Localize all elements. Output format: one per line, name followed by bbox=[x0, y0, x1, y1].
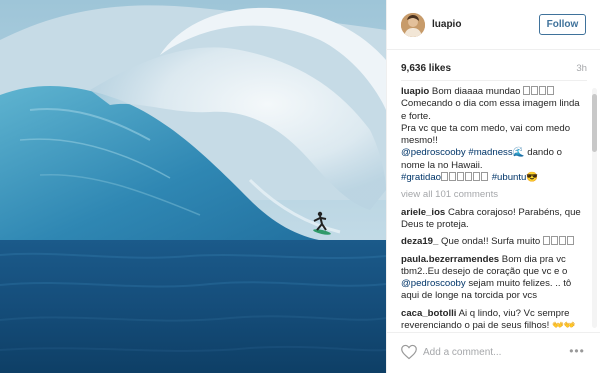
wave-surfer-image bbox=[0, 0, 386, 373]
avatar[interactable] bbox=[401, 13, 425, 37]
post-header: luapio Follow bbox=[387, 0, 600, 50]
comments-list: luapio Bom diaaaa mundao Comecando o dia… bbox=[401, 86, 587, 332]
emoji-boxes bbox=[441, 172, 489, 183]
smile-emoji-icon: 😎 bbox=[526, 172, 539, 184]
comments-scrollbar[interactable] bbox=[592, 88, 597, 328]
comment-mention[interactable]: @pedroscooby bbox=[401, 278, 466, 289]
list-item: caca_botolli Ai q lindo, viu? Vc sempre … bbox=[401, 308, 587, 332]
follow-button[interactable]: Follow bbox=[539, 14, 586, 35]
heart-outline-icon[interactable] bbox=[400, 344, 418, 360]
more-dots-icon[interactable]: ••• bbox=[567, 345, 587, 359]
post-meta: 9,636 likes 3h bbox=[401, 63, 587, 75]
comment-username[interactable]: paula.bezerramendes bbox=[401, 254, 499, 265]
emoji-boxes bbox=[523, 86, 555, 97]
caption-hashtag-gratidao[interactable]: #gratidao bbox=[401, 172, 441, 183]
list-item: paula.bezerramendes Bom dia pra vc tbm2.… bbox=[401, 254, 587, 303]
caption-username[interactable]: luapio bbox=[401, 86, 429, 97]
list-item: ariele_ios Cabra corajoso! Parabéns, que… bbox=[401, 207, 587, 232]
scrollbar-thumb[interactable] bbox=[592, 94, 597, 152]
hands-emoji-icon: 👐👐 bbox=[551, 320, 576, 332]
post-username[interactable]: luapio bbox=[432, 19, 461, 30]
caption-line3: Pra vc que ta com medo, vai com medo mes… bbox=[401, 122, 571, 147]
list-item: deza19_ Que onda!! Surfa muito bbox=[401, 236, 587, 248]
view-all-comments-link[interactable]: view all 101 comments bbox=[401, 189, 587, 201]
caption-line2: Comecando o dia com essa imagem linda e … bbox=[401, 98, 580, 122]
caption-hashtag-ubuntu[interactable]: #ubuntu bbox=[492, 172, 527, 183]
post-details-panel: luapio Follow 9,636 likes 3h luapio Bom … bbox=[386, 0, 600, 373]
comment-username[interactable]: deza19_ bbox=[401, 236, 438, 247]
wave-emoji-icon: 🌊 bbox=[512, 147, 525, 159]
add-comment-input[interactable] bbox=[423, 344, 563, 360]
likes-count[interactable]: 9,636 likes bbox=[401, 63, 451, 74]
emoji-boxes bbox=[542, 236, 575, 247]
avatar-image bbox=[401, 13, 425, 37]
caption: luapio Bom diaaaa mundao Comecando o dia… bbox=[401, 86, 587, 184]
comment-username[interactable]: ariele_ios bbox=[401, 207, 445, 218]
comment-footer: ••• bbox=[387, 332, 600, 373]
caption-mention[interactable]: @pedroscooby bbox=[401, 147, 466, 158]
comment-username[interactable]: caca_botolli bbox=[401, 308, 456, 319]
caption-hashtag-madness[interactable]: #madness bbox=[468, 147, 512, 158]
caption-line1: Bom diaaaa mundao bbox=[431, 86, 521, 97]
comment-text: Que onda!! Surfa muito bbox=[441, 236, 541, 248]
post-timestamp[interactable]: 3h bbox=[576, 63, 587, 74]
post-photo[interactable] bbox=[0, 0, 386, 373]
divider bbox=[401, 80, 587, 81]
instagram-post-modal: luapio Follow 9,636 likes 3h luapio Bom … bbox=[0, 0, 600, 373]
